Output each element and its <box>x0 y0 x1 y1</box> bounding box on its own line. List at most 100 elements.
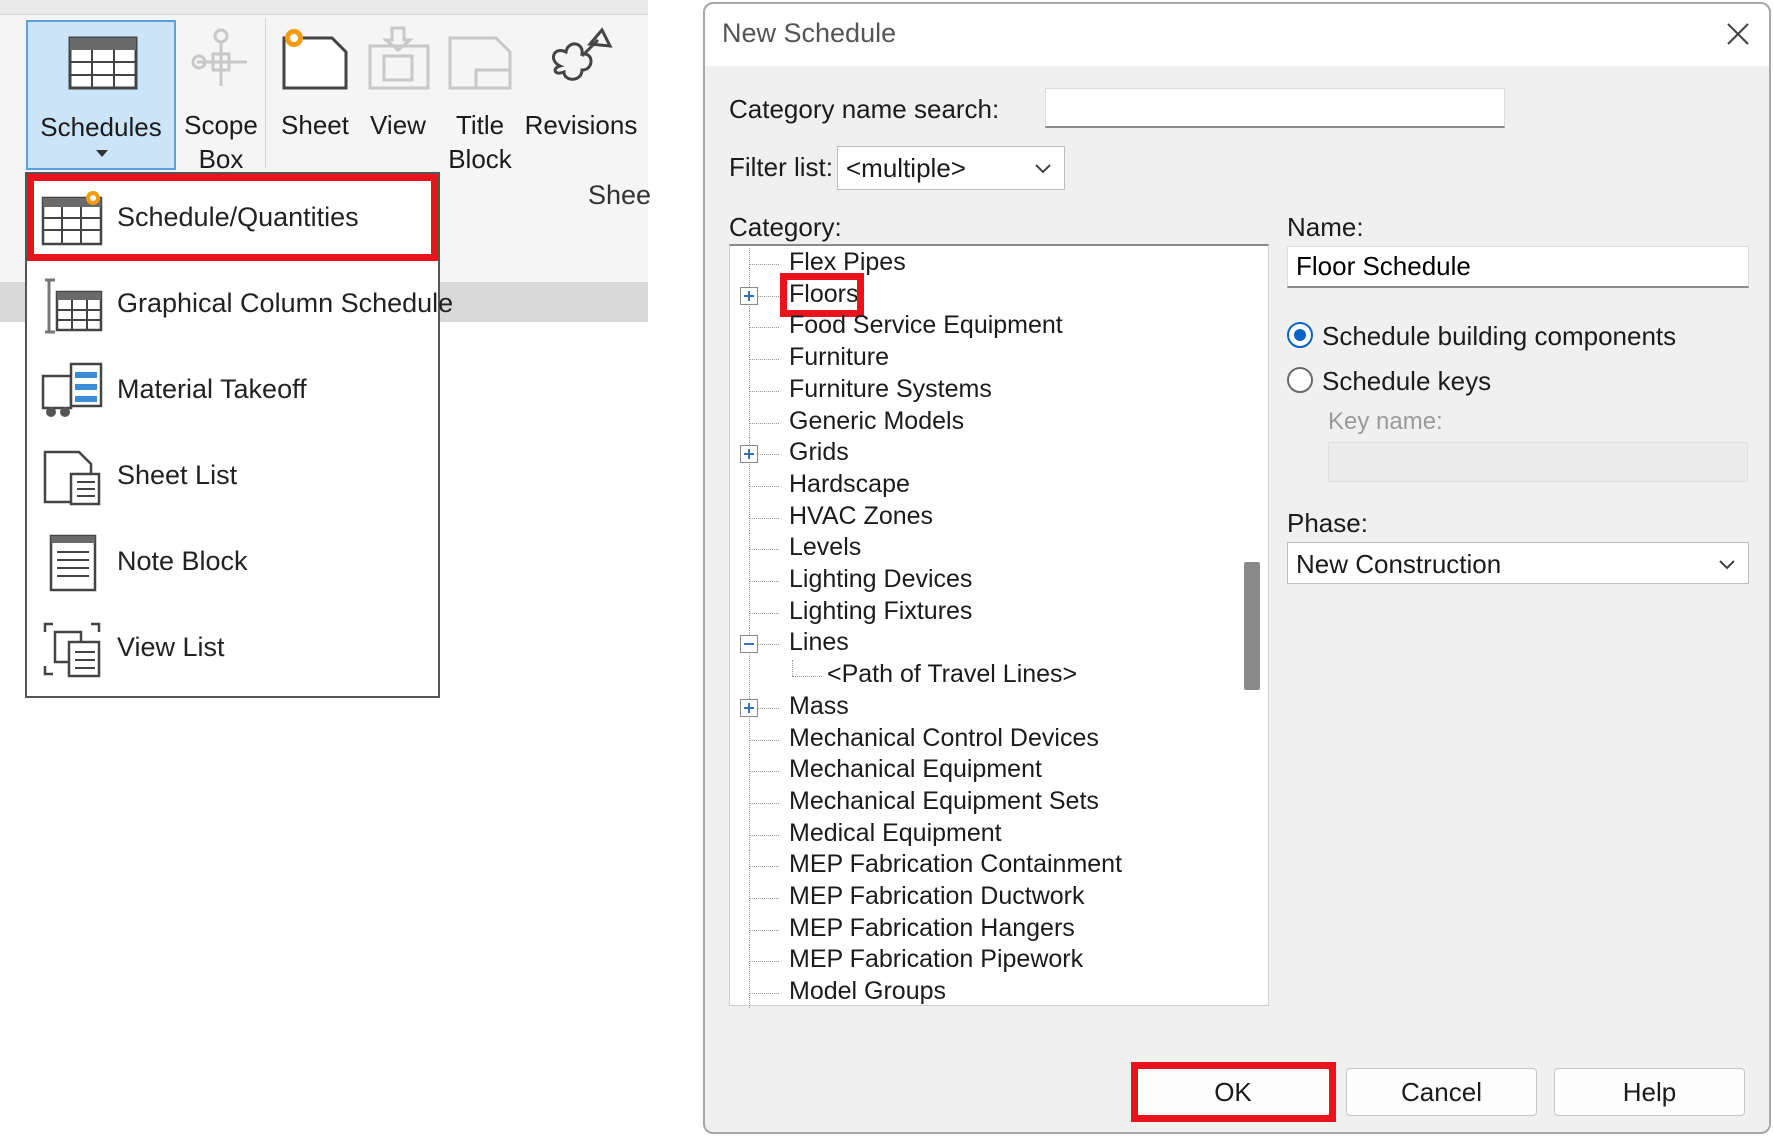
name-input[interactable] <box>1287 246 1749 288</box>
category-tree-item[interactable]: Model Groups <box>729 977 1239 1008</box>
cancel-button[interactable]: Cancel <box>1346 1068 1537 1116</box>
filter-list-value: <multiple> <box>846 153 966 183</box>
category-tree-item[interactable]: <Path of Travel Lines> <box>729 660 1239 691</box>
category-tree-item[interactable]: Furniture <box>729 343 1239 374</box>
tree-guide-line <box>749 740 779 741</box>
expand-plus-icon[interactable] <box>740 699 758 717</box>
view-icon <box>368 26 430 90</box>
category-tree-item-label: Mass <box>789 692 849 720</box>
ribbon-panel-label: Shee <box>588 180 652 210</box>
key-name-label: Key name: <box>1328 408 1443 435</box>
tree-guide-line <box>749 771 779 772</box>
scope-box-button[interactable]: Scope Box <box>180 20 262 174</box>
category-tree-item[interactable]: Lighting Devices <box>729 565 1239 596</box>
view-label: View <box>370 110 426 140</box>
chevron-down-icon <box>1035 164 1051 174</box>
menu-item-view-list[interactable]: View List <box>33 608 433 688</box>
category-tree-item-label: Furniture <box>789 343 890 371</box>
category-tree-item[interactable]: Generic Models <box>729 407 1239 438</box>
category-tree-item[interactable]: Food Service Equipment <box>729 311 1239 342</box>
highlight-ok-button <box>1131 1062 1336 1122</box>
view-button[interactable]: View <box>360 20 436 170</box>
expand-plus-icon[interactable] <box>740 445 758 463</box>
category-search-label: Category name search: <box>729 94 1000 124</box>
category-tree-item[interactable]: Lighting Fixtures <box>729 597 1239 628</box>
title-block-button[interactable]: Title Block <box>440 20 520 174</box>
category-tree-item-label: Lines <box>789 628 849 656</box>
category-tree-item[interactable]: Furniture Systems <box>729 375 1239 406</box>
revisions-icon <box>551 27 613 81</box>
category-tree-item[interactable]: Mechanical Control Devices <box>729 724 1239 755</box>
sheet-icon <box>282 29 348 90</box>
menu-item-sheet-list[interactable]: Sheet List <box>33 436 433 516</box>
category-tree-item-label: Mechanical Control Devices <box>789 724 1099 752</box>
category-tree-item[interactable]: Mechanical Equipment Sets <box>729 787 1239 818</box>
sheet-label: Sheet <box>281 110 349 140</box>
category-tree-item[interactable]: MEP Fabrication Pipework <box>729 945 1239 976</box>
collapse-minus-icon[interactable] <box>740 635 758 653</box>
menu-item-note-block[interactable]: Note Block <box>33 522 433 602</box>
category-tree-item-label: Lighting Fixtures <box>789 597 973 625</box>
highlight-schedule-quantities <box>27 174 438 261</box>
schedules-button[interactable]: Schedules <box>26 20 176 170</box>
category-tree-item-label: HVAC Zones <box>789 502 934 530</box>
category-tree-item[interactable]: Mechanical Equipment <box>729 755 1239 786</box>
category-tree-item-label: Generic Models <box>789 407 965 435</box>
close-icon[interactable] <box>1720 16 1756 52</box>
tree-guide-line <box>749 930 779 931</box>
category-tree-item[interactable]: Levels <box>729 533 1239 564</box>
category-tree-item-label: MEP Fabrication Pipework <box>789 945 1084 973</box>
tree-guide-line <box>749 961 779 962</box>
tree-guide-line <box>749 423 779 424</box>
menu-item-label: Sheet List <box>117 460 238 490</box>
menu-item-label: View List <box>117 632 225 662</box>
category-tree-item-label: MEP Fabrication Ductwork <box>789 882 1085 910</box>
tree-guide-line <box>792 676 822 677</box>
tree-guide-line <box>749 264 779 265</box>
ribbon-top-strip <box>0 0 648 15</box>
expand-plus-icon[interactable] <box>740 287 758 305</box>
filter-list-label: Filter list: <box>729 152 833 182</box>
tree-guide-line <box>749 613 779 614</box>
category-tree-item-label: Lighting Devices <box>789 565 973 593</box>
tree-scrollbar-thumb[interactable] <box>1244 562 1260 690</box>
key-name-input <box>1328 442 1748 482</box>
category-tree-item[interactable]: Lines <box>729 628 1239 659</box>
schedule-building-components-radio[interactable] <box>1287 322 1313 348</box>
tree-guide-line <box>749 327 779 328</box>
category-label: Category: <box>729 212 842 242</box>
category-tree-item[interactable]: Mass <box>729 692 1239 723</box>
category-tree-item[interactable]: Grids <box>729 438 1239 469</box>
category-tree-item[interactable]: MEP Fabrication Hangers <box>729 914 1239 945</box>
note-block-icon <box>49 534 97 592</box>
category-tree-item[interactable]: Hardscape <box>729 470 1239 501</box>
schedule-keys-label[interactable]: Schedule keys <box>1322 366 1491 397</box>
category-tree-item-label: Food Service Equipment <box>789 311 1063 339</box>
chevron-down-icon <box>1719 560 1735 570</box>
material-takeoff-icon <box>41 362 103 417</box>
category-tree-item-label: Mechanical Equipment Sets <box>789 787 1099 815</box>
category-tree-item[interactable]: Medical Equipment <box>729 819 1239 850</box>
phase-dropdown[interactable]: New Construction <box>1287 542 1749 584</box>
tree-guide-line <box>749 660 750 691</box>
name-label: Name: <box>1287 212 1364 242</box>
category-tree-item[interactable]: MEP Fabrication Containment <box>729 850 1239 881</box>
category-tree-item-label: Grids <box>789 438 849 466</box>
schedules-label: Schedules <box>40 112 162 142</box>
view-list-icon <box>43 622 101 678</box>
category-tree-item[interactable]: MEP Fabrication Ductwork <box>729 882 1239 913</box>
menu-item-label: Material Takeoff <box>117 374 307 404</box>
category-tree-item[interactable]: HVAC Zones <box>729 502 1239 533</box>
schedule-building-components-label[interactable]: Schedule building components <box>1322 321 1676 352</box>
schedule-keys-radio[interactable] <box>1287 367 1313 393</box>
sheet-button[interactable]: Sheet <box>272 20 358 170</box>
tree-guide-line <box>749 518 779 519</box>
revisions-label: Revisions <box>524 110 638 140</box>
filter-list-dropdown[interactable]: <multiple> <box>837 146 1065 190</box>
menu-item-material-takeoff[interactable]: Material Takeoff <box>33 350 433 430</box>
tree-guide-line <box>792 660 793 676</box>
revisions-button[interactable]: Revisions <box>522 20 640 170</box>
category-search-input[interactable] <box>1045 88 1505 128</box>
menu-item-graphical-column-schedule[interactable]: Graphical Column Schedule <box>33 264 453 344</box>
help-button[interactable]: Help <box>1554 1068 1745 1116</box>
